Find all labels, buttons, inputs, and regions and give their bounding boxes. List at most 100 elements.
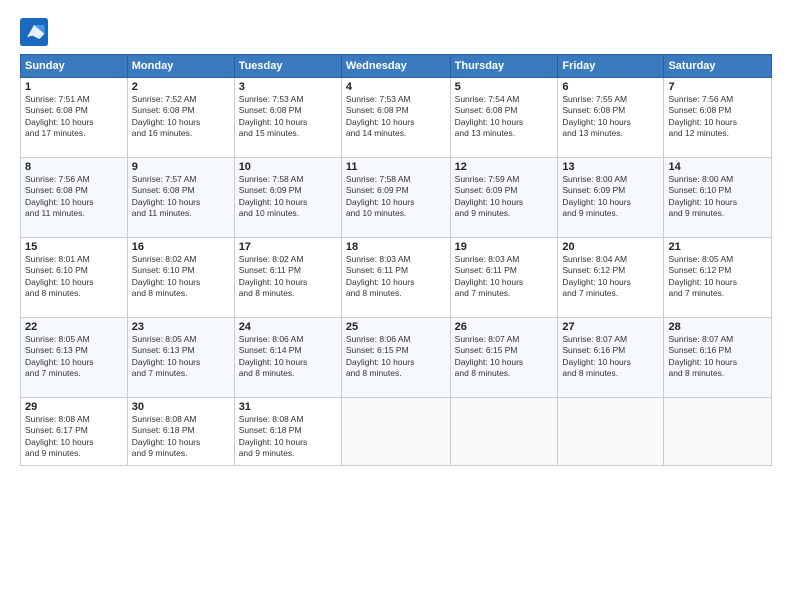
day-info: Sunrise: 7:57 AMSunset: 6:08 PMDaylight:… [132, 174, 201, 218]
day-info: Sunrise: 8:05 AMSunset: 6:13 PMDaylight:… [132, 334, 201, 378]
day-number: 13 [562, 161, 659, 173]
day-info: Sunrise: 7:51 AMSunset: 6:08 PMDaylight:… [25, 94, 94, 138]
day-info: Sunrise: 7:55 AMSunset: 6:08 PMDaylight:… [562, 94, 631, 138]
day-info: Sunrise: 7:53 AMSunset: 6:08 PMDaylight:… [239, 94, 308, 138]
calendar-cell: 14Sunrise: 8:00 AMSunset: 6:10 PMDayligh… [664, 158, 772, 238]
calendar-cell: 10Sunrise: 7:58 AMSunset: 6:09 PMDayligh… [234, 158, 341, 238]
day-info: Sunrise: 8:06 AMSunset: 6:15 PMDaylight:… [346, 334, 415, 378]
day-info: Sunrise: 8:05 AMSunset: 6:12 PMDaylight:… [668, 254, 737, 298]
day-number: 17 [239, 241, 337, 253]
calendar-cell: 26Sunrise: 8:07 AMSunset: 6:15 PMDayligh… [450, 318, 558, 398]
day-info: Sunrise: 8:02 AMSunset: 6:10 PMDaylight:… [132, 254, 201, 298]
day-info: Sunrise: 8:06 AMSunset: 6:14 PMDaylight:… [239, 334, 308, 378]
week-row-2: 8Sunrise: 7:56 AMSunset: 6:08 PMDaylight… [21, 158, 772, 238]
calendar-cell: 13Sunrise: 8:00 AMSunset: 6:09 PMDayligh… [558, 158, 664, 238]
calendar-cell: 20Sunrise: 8:04 AMSunset: 6:12 PMDayligh… [558, 238, 664, 318]
calendar-cell: 28Sunrise: 8:07 AMSunset: 6:16 PMDayligh… [664, 318, 772, 398]
week-row-4: 22Sunrise: 8:05 AMSunset: 6:13 PMDayligh… [21, 318, 772, 398]
header-row: SundayMondayTuesdayWednesdayThursdayFrid… [21, 55, 772, 78]
calendar-cell: 24Sunrise: 8:06 AMSunset: 6:14 PMDayligh… [234, 318, 341, 398]
week-row-3: 15Sunrise: 8:01 AMSunset: 6:10 PMDayligh… [21, 238, 772, 318]
calendar-cell: 1Sunrise: 7:51 AMSunset: 6:08 PMDaylight… [21, 78, 128, 158]
calendar-cell: 7Sunrise: 7:56 AMSunset: 6:08 PMDaylight… [664, 78, 772, 158]
day-info: Sunrise: 7:56 AMSunset: 6:08 PMDaylight:… [668, 94, 737, 138]
day-number: 12 [455, 161, 554, 173]
day-info: Sunrise: 7:59 AMSunset: 6:09 PMDaylight:… [455, 174, 524, 218]
day-number: 21 [668, 241, 767, 253]
day-number: 9 [132, 161, 230, 173]
day-info: Sunrise: 7:58 AMSunset: 6:09 PMDaylight:… [239, 174, 308, 218]
header [20, 18, 772, 46]
day-info: Sunrise: 8:07 AMSunset: 6:16 PMDaylight:… [668, 334, 737, 378]
day-number: 30 [132, 401, 230, 413]
day-number: 10 [239, 161, 337, 173]
day-info: Sunrise: 7:53 AMSunset: 6:08 PMDaylight:… [346, 94, 415, 138]
week-row-5: 29Sunrise: 8:08 AMSunset: 6:17 PMDayligh… [21, 398, 772, 466]
day-info: Sunrise: 8:07 AMSunset: 6:16 PMDaylight:… [562, 334, 631, 378]
calendar-cell: 5Sunrise: 7:54 AMSunset: 6:08 PMDaylight… [450, 78, 558, 158]
calendar-cell: 8Sunrise: 7:56 AMSunset: 6:08 PMDaylight… [21, 158, 128, 238]
logo [20, 18, 52, 46]
day-number: 5 [455, 81, 554, 93]
calendar-cell: 16Sunrise: 8:02 AMSunset: 6:10 PMDayligh… [127, 238, 234, 318]
col-header-thursday: Thursday [450, 55, 558, 78]
day-info: Sunrise: 8:02 AMSunset: 6:11 PMDaylight:… [239, 254, 308, 298]
calendar-table: SundayMondayTuesdayWednesdayThursdayFrid… [20, 54, 772, 466]
day-number: 19 [455, 241, 554, 253]
week-row-1: 1Sunrise: 7:51 AMSunset: 6:08 PMDaylight… [21, 78, 772, 158]
col-header-friday: Friday [558, 55, 664, 78]
calendar-cell: 12Sunrise: 7:59 AMSunset: 6:09 PMDayligh… [450, 158, 558, 238]
day-info: Sunrise: 8:03 AMSunset: 6:11 PMDaylight:… [455, 254, 524, 298]
col-header-sunday: Sunday [21, 55, 128, 78]
day-info: Sunrise: 8:01 AMSunset: 6:10 PMDaylight:… [25, 254, 94, 298]
day-number: 28 [668, 321, 767, 333]
day-number: 6 [562, 81, 659, 93]
day-number: 24 [239, 321, 337, 333]
day-info: Sunrise: 8:04 AMSunset: 6:12 PMDaylight:… [562, 254, 631, 298]
day-number: 26 [455, 321, 554, 333]
day-info: Sunrise: 8:08 AMSunset: 6:18 PMDaylight:… [132, 414, 201, 458]
day-number: 8 [25, 161, 123, 173]
page: SundayMondayTuesdayWednesdayThursdayFrid… [0, 0, 792, 612]
day-info: Sunrise: 8:00 AMSunset: 6:09 PMDaylight:… [562, 174, 631, 218]
day-info: Sunrise: 7:56 AMSunset: 6:08 PMDaylight:… [25, 174, 94, 218]
calendar-cell: 17Sunrise: 8:02 AMSunset: 6:11 PMDayligh… [234, 238, 341, 318]
day-number: 3 [239, 81, 337, 93]
col-header-saturday: Saturday [664, 55, 772, 78]
day-number: 15 [25, 241, 123, 253]
day-info: Sunrise: 8:08 AMSunset: 6:18 PMDaylight:… [239, 414, 308, 458]
calendar-cell: 4Sunrise: 7:53 AMSunset: 6:08 PMDaylight… [341, 78, 450, 158]
day-number: 27 [562, 321, 659, 333]
col-header-tuesday: Tuesday [234, 55, 341, 78]
calendar-cell [341, 398, 450, 466]
logo-icon [20, 18, 48, 46]
calendar-cell: 18Sunrise: 8:03 AMSunset: 6:11 PMDayligh… [341, 238, 450, 318]
day-info: Sunrise: 8:07 AMSunset: 6:15 PMDaylight:… [455, 334, 524, 378]
day-number: 29 [25, 401, 123, 413]
calendar-cell: 15Sunrise: 8:01 AMSunset: 6:10 PMDayligh… [21, 238, 128, 318]
col-header-wednesday: Wednesday [341, 55, 450, 78]
calendar-cell: 2Sunrise: 7:52 AMSunset: 6:08 PMDaylight… [127, 78, 234, 158]
calendar-cell: 9Sunrise: 7:57 AMSunset: 6:08 PMDaylight… [127, 158, 234, 238]
day-number: 25 [346, 321, 446, 333]
day-number: 4 [346, 81, 446, 93]
day-number: 16 [132, 241, 230, 253]
day-number: 11 [346, 161, 446, 173]
calendar-cell: 31Sunrise: 8:08 AMSunset: 6:18 PMDayligh… [234, 398, 341, 466]
day-number: 23 [132, 321, 230, 333]
calendar-cell [558, 398, 664, 466]
day-number: 1 [25, 81, 123, 93]
day-number: 2 [132, 81, 230, 93]
day-number: 31 [239, 401, 337, 413]
day-info: Sunrise: 8:08 AMSunset: 6:17 PMDaylight:… [25, 414, 94, 458]
calendar-cell: 27Sunrise: 8:07 AMSunset: 6:16 PMDayligh… [558, 318, 664, 398]
day-number: 18 [346, 241, 446, 253]
calendar-cell: 6Sunrise: 7:55 AMSunset: 6:08 PMDaylight… [558, 78, 664, 158]
day-number: 20 [562, 241, 659, 253]
calendar-cell: 30Sunrise: 8:08 AMSunset: 6:18 PMDayligh… [127, 398, 234, 466]
day-info: Sunrise: 7:52 AMSunset: 6:08 PMDaylight:… [132, 94, 201, 138]
day-info: Sunrise: 7:58 AMSunset: 6:09 PMDaylight:… [346, 174, 415, 218]
calendar-cell: 29Sunrise: 8:08 AMSunset: 6:17 PMDayligh… [21, 398, 128, 466]
day-number: 7 [668, 81, 767, 93]
calendar-cell: 23Sunrise: 8:05 AMSunset: 6:13 PMDayligh… [127, 318, 234, 398]
